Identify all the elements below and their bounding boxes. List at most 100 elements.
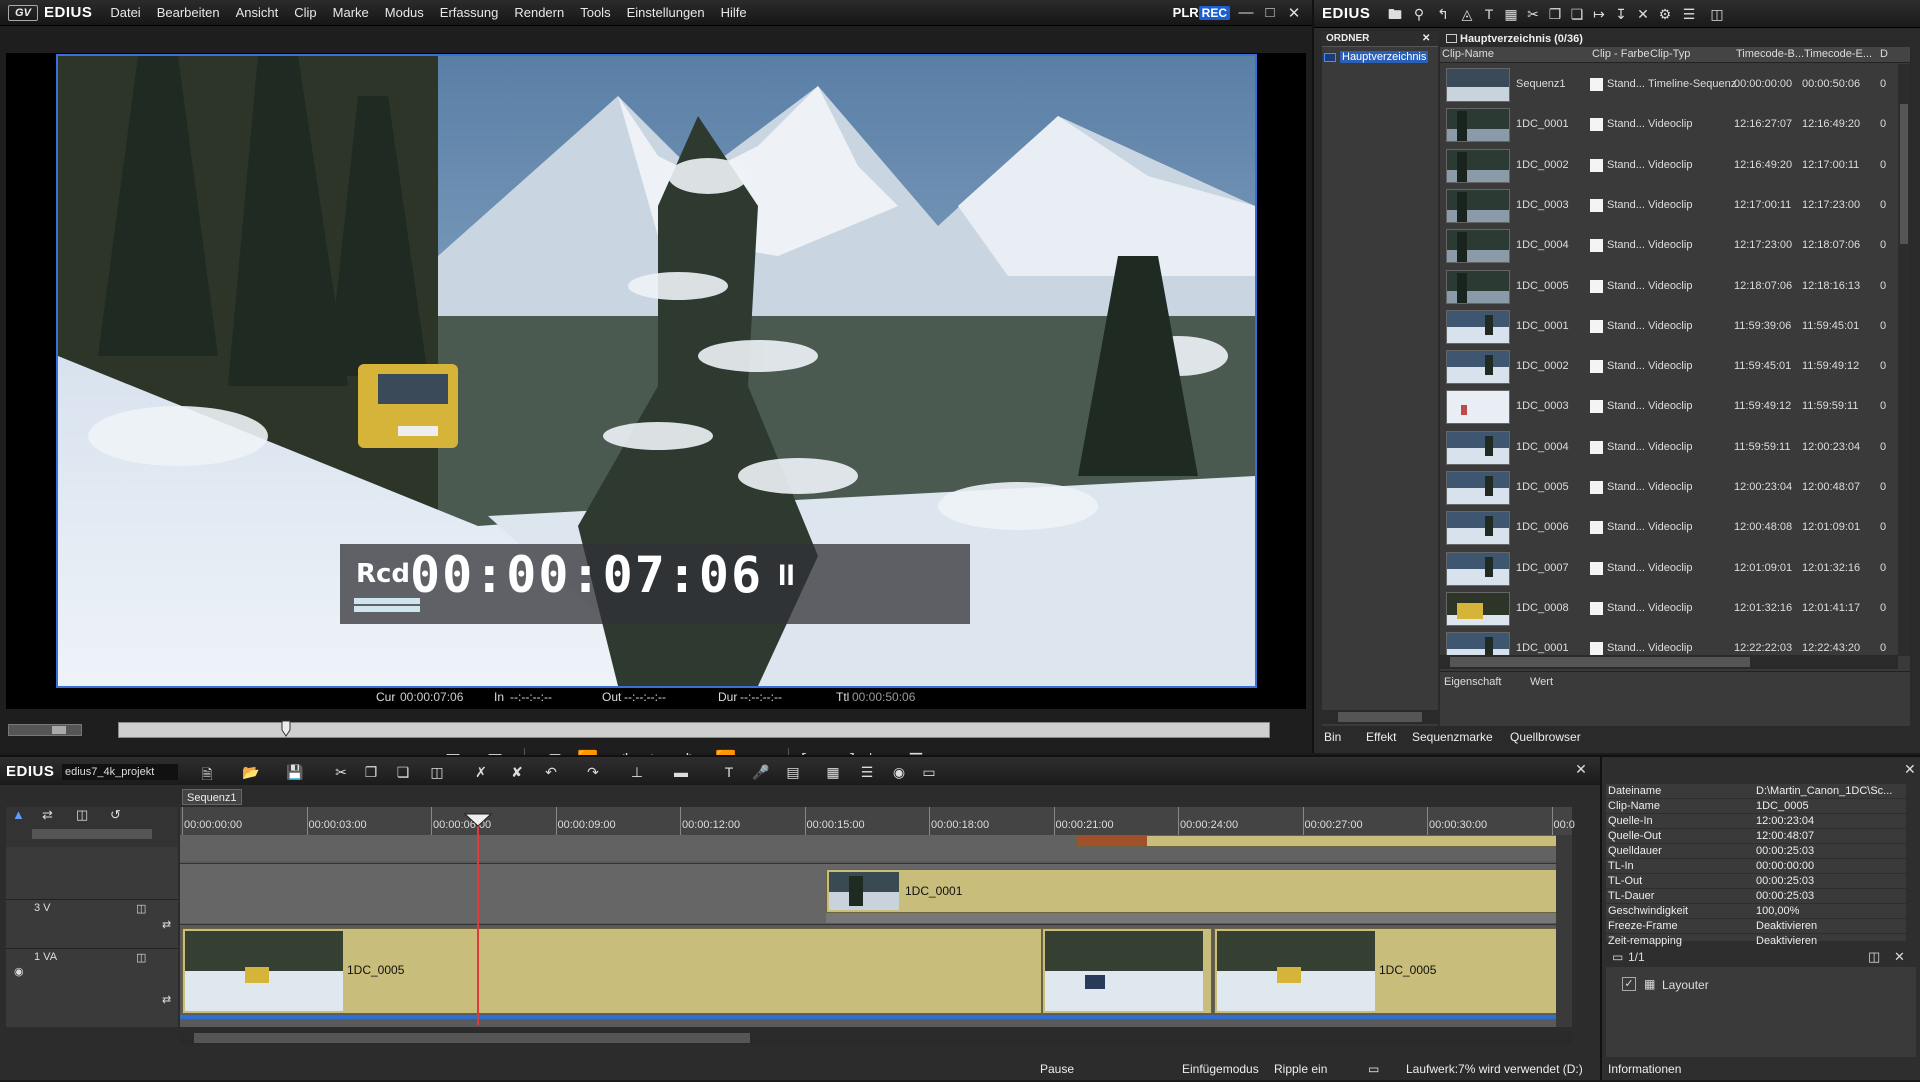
menu-bearbeiten[interactable]: Bearbeiten: [149, 5, 228, 20]
view-mode-icon[interactable]: ☰: [1680, 6, 1698, 22]
tab-bin[interactable]: Bin: [1324, 730, 1341, 744]
clip-1va-1dc-0005-b[interactable]: 1DC_0005: [1214, 928, 1572, 1014]
clip-list-row[interactable]: 1DC_0003 Stand... Videoclip 12:17:00:11 12:1…: [1440, 186, 1898, 226]
close-icon[interactable]: ✕: [1894, 949, 1905, 965]
cut-icon[interactable]: ✂: [1524, 6, 1542, 22]
window-icon[interactable]: ◫: [1708, 6, 1726, 22]
folder-tree-item[interactable]: Hauptverzeichnis: [1324, 49, 1436, 65]
menu-tools[interactable]: Tools: [572, 5, 618, 20]
clip-list-row[interactable]: 1DC_0003 Stand... Videoclip 11:59:49:12 11:5…: [1440, 387, 1898, 427]
clip-hscroll[interactable]: [1440, 655, 1898, 669]
clip-list-row[interactable]: 1DC_0001 Stand... Videoclip 12:16:27:07 12:1…: [1440, 105, 1898, 145]
menu-clip[interactable]: Clip: [286, 5, 324, 20]
search-icon[interactable]: ⚲: [1410, 6, 1428, 22]
column-clip-name[interactable]: Clip-Name: [1442, 48, 1494, 60]
color-correction-icon[interactable]: ◉: [888, 764, 910, 781]
folder-hscroll[interactable]: [1322, 710, 1438, 724]
scroll-thumb[interactable]: [1900, 104, 1908, 244]
menu-modus[interactable]: Modus: [377, 5, 432, 20]
paste-icon[interactable]: ❏: [392, 764, 414, 781]
tab-sequenzmarke[interactable]: Sequenzmarke: [1412, 730, 1493, 744]
clip-list-row[interactable]: 1DC_0005 Stand... Videoclip 12:00:23:04 12:0…: [1440, 468, 1898, 508]
cut-icon[interactable]: ✂: [330, 764, 352, 781]
add-to-timeline-icon[interactable]: ↧: [1612, 6, 1630, 22]
clip-list-row[interactable]: 1DC_0007 Stand... Videoclip 12:01:09:01 12:0…: [1440, 549, 1898, 589]
clip-list-row[interactable]: 1DC_0004 Stand... Videoclip 11:59:59:11 12:0…: [1440, 428, 1898, 468]
close-icon[interactable]: ✕: [1904, 761, 1916, 778]
track-sync-icon[interactable]: ⇄: [162, 918, 171, 931]
menu-erfassung[interactable]: Erfassung: [432, 5, 507, 20]
title-icon[interactable]: T: [718, 764, 740, 780]
export-icon[interactable]: ▭: [918, 764, 940, 781]
tab-informationen[interactable]: Informationen: [1608, 1062, 1681, 1076]
snap-icon[interactable]: ↺: [110, 807, 121, 823]
copy-icon[interactable]: ❐: [1546, 6, 1564, 22]
menu-marke[interactable]: Marke: [325, 5, 377, 20]
add-cut-icon[interactable]: ⊥: [626, 764, 648, 781]
add-to-player-icon[interactable]: ↦: [1590, 6, 1608, 22]
clip-list-row[interactable]: Sequenz1 Stand... Timeline-Sequenz 00:00:00…: [1440, 65, 1898, 105]
playhead-handle[interactable]: [464, 813, 492, 827]
lock-icon[interactable]: ◫: [136, 902, 146, 915]
multicam-icon[interactable]: ▦: [822, 764, 844, 781]
voice-over-icon[interactable]: 🎤: [750, 764, 772, 781]
link-icon[interactable]: ◫: [1868, 949, 1880, 965]
new-sequence-icon[interactable]: 🗎: [196, 764, 218, 788]
ripple-delete-icon[interactable]: ✘: [506, 764, 528, 781]
clip-vscroll[interactable]: [1898, 64, 1910, 656]
undo-icon[interactable]: ↶: [540, 764, 562, 781]
open-project-icon[interactable]: 📂: [240, 764, 262, 781]
clip-list-row[interactable]: 1DC_0002 Stand... Videoclip 12:16:49:20 12:1…: [1440, 146, 1898, 186]
properties-icon[interactable]: ⚙: [1656, 6, 1674, 22]
open-clip-icon[interactable]: ◬: [1458, 6, 1476, 22]
audio-mixer-icon[interactable]: ☰: [856, 764, 878, 781]
track-header-1va[interactable]: 1 VA ◫ ⇄ ◉: [6, 949, 178, 1027]
clip-list-row[interactable]: 1DC_0008 Stand... Videoclip 12:01:32:16 12:0…: [1440, 589, 1898, 629]
delete-icon[interactable]: ✕: [1634, 6, 1652, 22]
menu-rendern[interactable]: Rendern: [506, 5, 572, 20]
column-d[interactable]: D: [1880, 48, 1888, 60]
scroll-thumb[interactable]: [1450, 657, 1750, 667]
scroll-thumb[interactable]: [1338, 712, 1422, 722]
paste-icon[interactable]: ❏: [1568, 6, 1586, 22]
shuttle-slider[interactable]: [8, 724, 82, 736]
position-knob[interactable]: [281, 720, 291, 740]
playhead[interactable]: [464, 813, 492, 1025]
column-tc-in[interactable]: Timecode-B...: [1736, 48, 1804, 60]
redo-icon[interactable]: ↷: [582, 764, 604, 781]
clip-list-row[interactable]: 1DC_0001 Stand... Videoclip 11:59:39:06 11:5…: [1440, 307, 1898, 347]
copy-icon[interactable]: ❐: [360, 764, 382, 781]
tab-effekt[interactable]: Effekt: [1366, 730, 1396, 744]
color-bar-icon[interactable]: ▦: [1502, 6, 1520, 22]
menu-einstellungen[interactable]: Einstellungen: [619, 5, 713, 20]
close-icon[interactable]: ✕: [1286, 4, 1302, 22]
clip-1va-1dc-0005[interactable]: 1DC_0005: [182, 928, 1042, 1014]
track-sync-icon[interactable]: ⇄: [162, 993, 171, 1006]
column-clip-color[interactable]: Clip - Farbe: [1592, 48, 1649, 60]
clip-upper[interactable]: [1076, 835, 1572, 847]
tab-sequenz1[interactable]: Sequenz1: [182, 789, 242, 805]
save-icon[interactable]: 💾: [284, 764, 306, 781]
delete-icon[interactable]: ✗: [470, 764, 492, 781]
visibility-icon[interactable]: ◉: [14, 965, 24, 978]
trim-icon[interactable]: ▬: [670, 764, 692, 780]
folder-icon[interactable]: 🖿: [1386, 6, 1404, 22]
track-vscroll[interactable]: [1556, 835, 1572, 1027]
clip-1va-segment[interactable]: [1042, 928, 1212, 1014]
clip-list-row[interactable]: 1DC_0005 Stand... Videoclip 12:18:07:06 12:1…: [1440, 267, 1898, 307]
up-icon[interactable]: ↰: [1434, 6, 1452, 22]
maximize-icon[interactable]: □: [1262, 4, 1278, 21]
menu-datei[interactable]: Datei: [102, 5, 148, 20]
link-icon[interactable]: ◫: [426, 764, 448, 781]
timeline-hscroll[interactable]: [180, 1031, 1572, 1045]
render-icon[interactable]: ▤: [782, 764, 804, 781]
menu-hilfe[interactable]: Hilfe: [713, 5, 755, 20]
close-icon[interactable]: ✕: [1422, 31, 1430, 47]
column-tc-out[interactable]: Timecode-E...: [1804, 48, 1872, 60]
title-icon[interactable]: T: [1480, 6, 1498, 22]
lock-icon[interactable]: ◫: [136, 951, 146, 964]
clip-list-row[interactable]: 1DC_0004 Stand... Videoclip 12:17:23:00 12:1…: [1440, 226, 1898, 266]
clip-list-row[interactable]: 1DC_0006 Stand... Videoclip 12:00:48:08 12:0…: [1440, 508, 1898, 548]
layouter-checkbox[interactable]: ✓: [1622, 977, 1636, 991]
scroll-thumb[interactable]: [194, 1033, 750, 1043]
